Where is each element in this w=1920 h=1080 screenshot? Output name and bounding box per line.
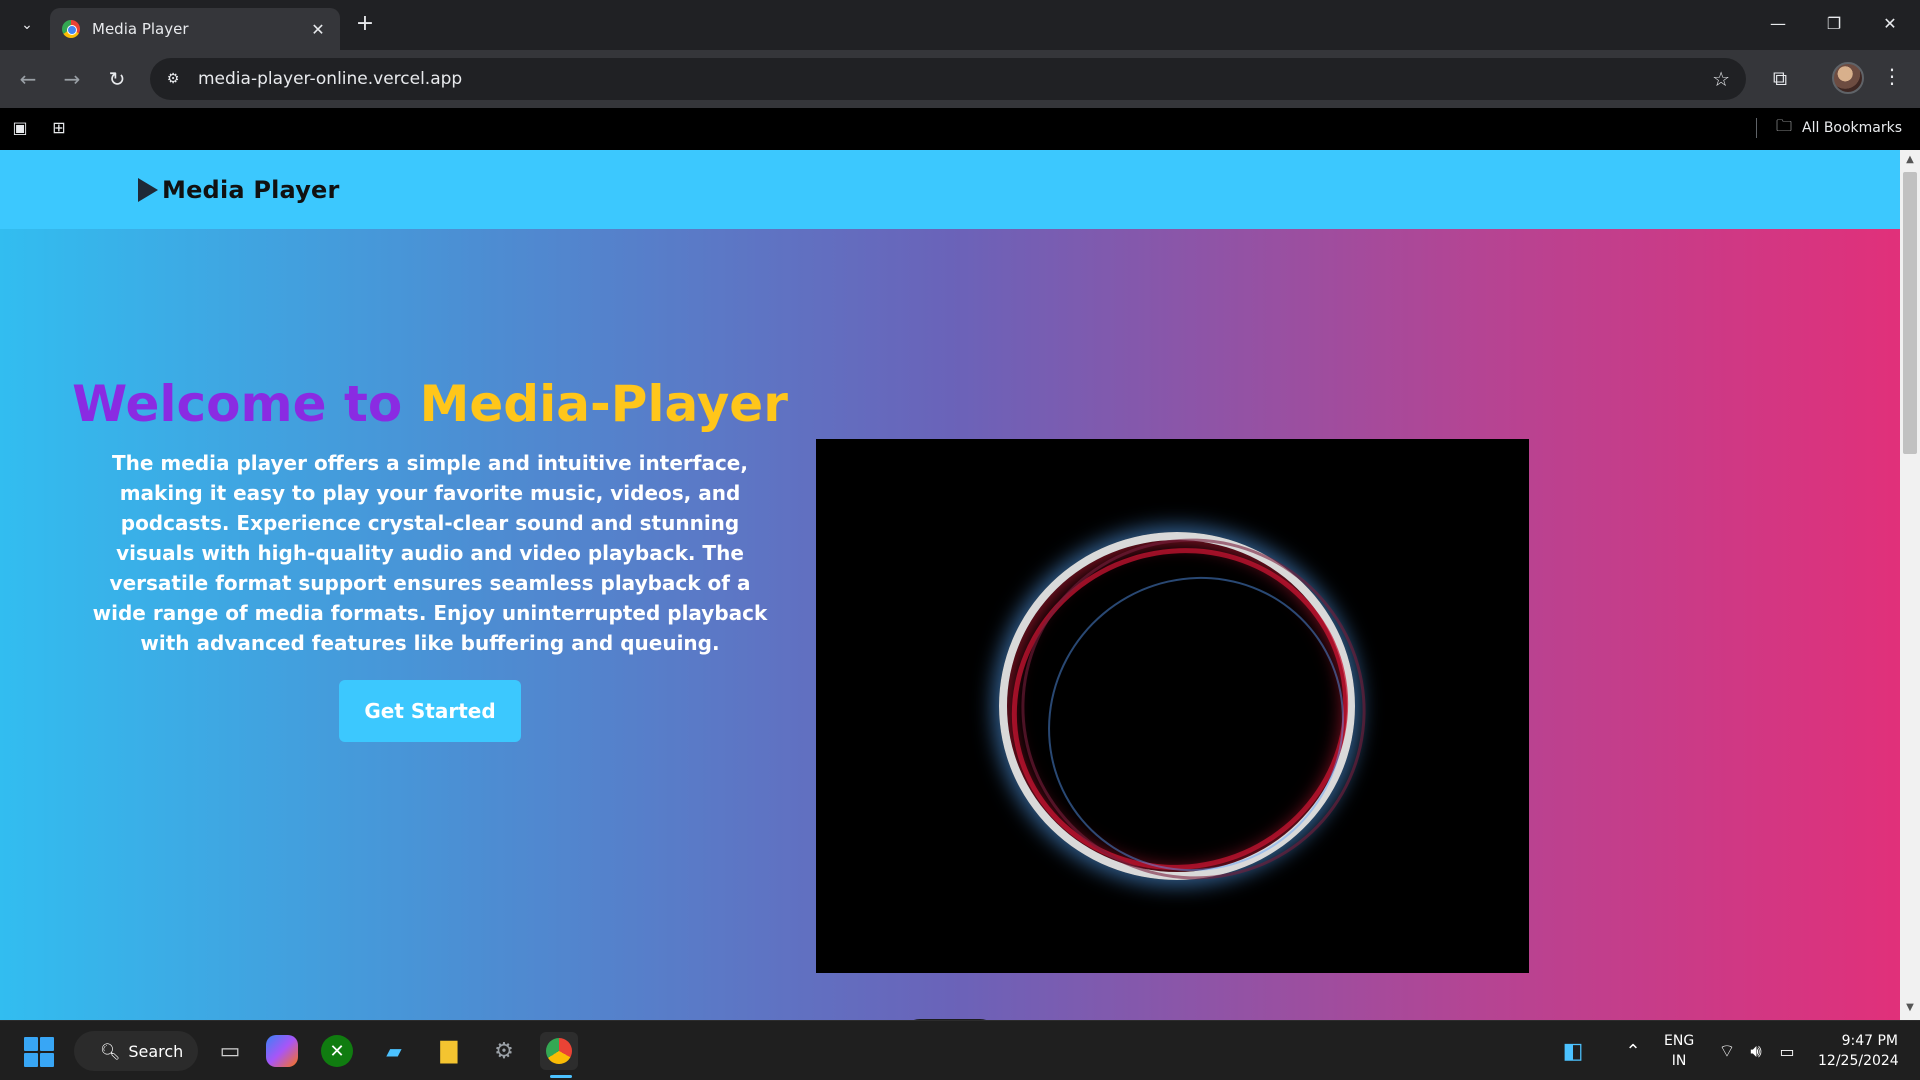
- bookmarks-divider: [1756, 118, 1757, 138]
- browser-tab[interactable]: Media Player ✕: [50, 8, 340, 50]
- battery-icon[interactable]: ▭: [1768, 1032, 1806, 1070]
- restore-button[interactable]: ❐: [1814, 10, 1854, 38]
- task-view-icon[interactable]: ▭: [211, 1032, 249, 1070]
- copilot-icon[interactable]: [266, 1035, 298, 1067]
- forward-arrow-icon[interactable]: →: [58, 65, 86, 93]
- taskbar-search-label: Search: [128, 1041, 184, 1061]
- tab-sidebar-icon[interactable]: ▣: [9, 117, 31, 139]
- favicon-icon: [62, 20, 80, 38]
- site-info-icon[interactable]: ⚙: [156, 62, 190, 96]
- hero-description: The media player offers a simple and int…: [92, 451, 768, 655]
- chrome-logo: [546, 1038, 572, 1064]
- extensions-puzzle-icon[interactable]: ⧉: [1766, 64, 1794, 92]
- reload-icon[interactable]: ↻: [103, 65, 131, 93]
- light-ring-blue: [987, 516, 1405, 932]
- settings-gear-icon[interactable]: ⚙: [485, 1032, 523, 1070]
- tab-close-icon[interactable]: ✕: [308, 20, 328, 39]
- hero-title: Welcome to Media-Player: [70, 374, 790, 434]
- all-bookmarks-button[interactable]: 🗀 All Bookmarks: [1776, 116, 1902, 140]
- windows-start-icon[interactable]: [24, 1037, 54, 1067]
- browser-menu-icon[interactable]: ⋮: [1880, 64, 1904, 88]
- site-logo-text[interactable]: Media Player: [162, 176, 340, 204]
- hero-title-welcome: Welcome to: [72, 375, 403, 433]
- scroll-thumb[interactable]: [1903, 172, 1917, 454]
- language-line1: ENG: [1664, 1033, 1695, 1049]
- bookmarks-bar: ▣ ⊞ 🗀 All Bookmarks: [0, 108, 1920, 150]
- page-viewport: Media Player Welcome to Media-Player The…: [0, 150, 1900, 1020]
- tab-strip: ⌄ Media Player ✕ + — ❐ ✕: [0, 0, 1920, 50]
- folder-icon: 🗀: [1776, 115, 1793, 135]
- search-icon: 🔍︎: [100, 1041, 121, 1061]
- browser-toolbar: ← → ↻ ⚙ media-player-online.vercel.app ☆…: [0, 50, 1920, 108]
- all-bookmarks-label: All Bookmarks: [1802, 120, 1903, 136]
- play-logo-icon: [138, 177, 158, 202]
- xbox-icon[interactable]: ✕: [321, 1035, 353, 1067]
- store-icon[interactable]: ▰: [375, 1032, 413, 1070]
- tab-title: Media Player: [92, 20, 189, 38]
- hero-section: Welcome to Media-Player The media player…: [0, 229, 1900, 1020]
- chrome-icon[interactable]: [540, 1032, 578, 1070]
- address-bar[interactable]: ⚙ media-player-online.vercel.app ☆: [150, 58, 1746, 100]
- widgets-icon[interactable]: ◧: [1554, 1032, 1592, 1070]
- taskbar-clock[interactable]: 9:47 PM 12/25/2024: [1818, 1031, 1899, 1071]
- apps-grid-icon[interactable]: ⊞: [48, 117, 70, 139]
- active-app-indicator: [550, 1075, 572, 1078]
- tab-search-chevron-icon[interactable]: ⌄: [12, 10, 42, 40]
- url-text[interactable]: media-player-online.vercel.app: [198, 69, 1712, 89]
- hero-title-brand: Media-Player: [419, 375, 788, 433]
- bookmark-star-icon[interactable]: ☆: [1712, 67, 1730, 91]
- tray-chevron-up-icon[interactable]: ⌃: [1614, 1032, 1652, 1070]
- language-line2: IN: [1671, 1053, 1687, 1069]
- close-window-button[interactable]: ✕: [1870, 10, 1910, 38]
- minimize-button[interactable]: —: [1758, 10, 1798, 38]
- hero-video[interactable]: [816, 439, 1529, 973]
- language-indicator[interactable]: ENG IN: [1664, 1031, 1694, 1071]
- windows-taskbar: 🔍︎ Search ▭ ✕ ▰ ▇ ⚙ ◧ ⌃ ENG IN ⌔ 🔊︎ ▭ 9:…: [0, 1020, 1920, 1080]
- clock-time: 9:47 PM: [1841, 1033, 1898, 1049]
- new-tab-button[interactable]: +: [352, 12, 378, 38]
- hero-text-block: Welcome to Media-Player The media player…: [70, 374, 790, 742]
- taskbar-search[interactable]: 🔍︎ Search: [74, 1031, 198, 1071]
- file-explorer-icon[interactable]: ▇: [430, 1032, 468, 1070]
- scroll-up-arrow-icon[interactable]: ▲: [1904, 154, 1916, 165]
- get-started-button[interactable]: Get Started: [339, 680, 521, 742]
- site-header: Media Player: [0, 150, 1900, 229]
- back-arrow-icon[interactable]: ←: [14, 65, 42, 93]
- profile-avatar[interactable]: [1832, 62, 1864, 94]
- page-scrollbar[interactable]: ▲ ▼: [1900, 150, 1920, 1020]
- scroll-down-arrow-icon[interactable]: ▼: [1904, 1002, 1916, 1013]
- clock-date: 12/25/2024: [1818, 1053, 1899, 1069]
